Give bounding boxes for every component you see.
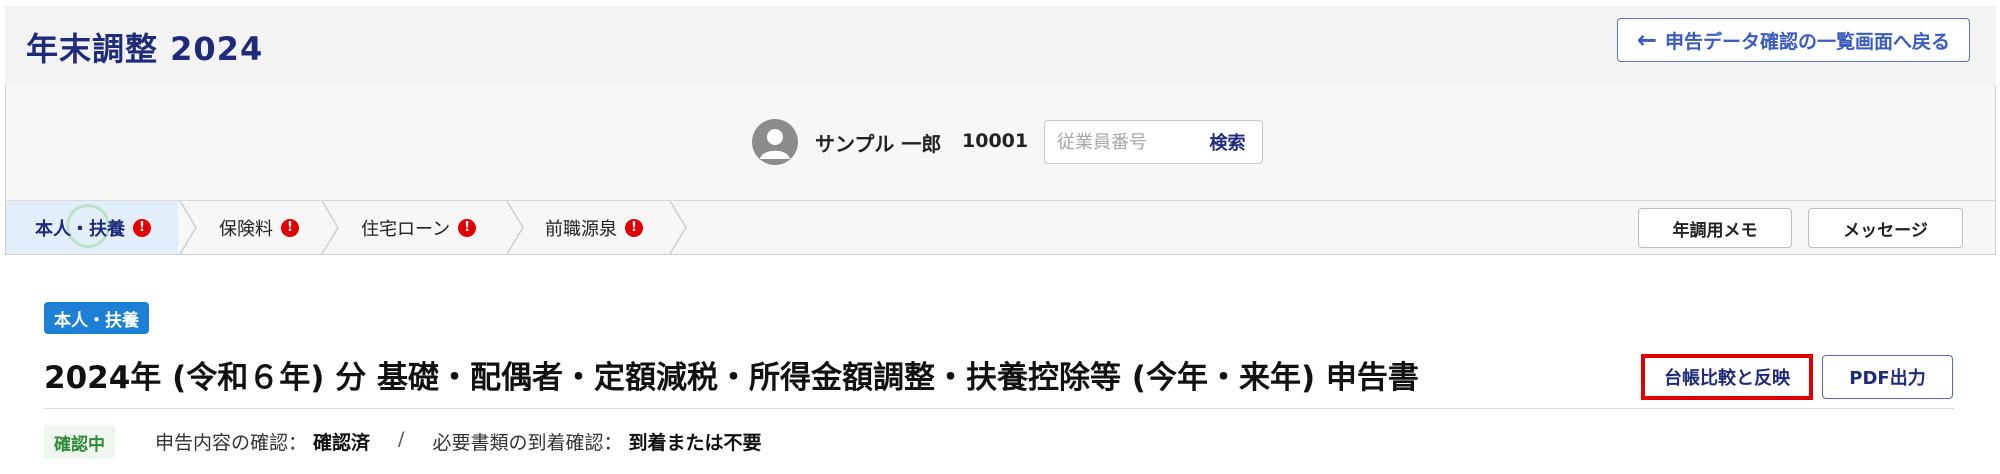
content-check-value: 確認済 [313, 432, 371, 454]
error-icon: ! [625, 218, 643, 237]
status-badge: 確認中 [44, 425, 115, 459]
step-personal-dependents[interactable]: 本人・扶養 ! [35, 201, 151, 254]
chevron-separator-icon [506, 201, 524, 254]
employee-id: 10001 [962, 130, 1029, 152]
chevron-separator-icon [179, 201, 197, 254]
chevron-separator-icon [669, 201, 687, 254]
error-icon: ! [458, 218, 477, 237]
pdf-export-button[interactable]: PDF出力 [1822, 355, 1953, 399]
search-button[interactable]: 検索 [1193, 120, 1263, 164]
error-icon: ! [133, 218, 151, 237]
step-insurance[interactable]: 保険料 ! [219, 201, 299, 254]
error-icon: ! [281, 218, 299, 237]
step-label: 本人・扶養 [35, 218, 125, 240]
docs-check-label: 必要書類の到着確認： [432, 432, 623, 454]
content-check-label: 申告内容の確認： [155, 432, 308, 454]
docs-check-value: 到着または不要 [628, 432, 762, 454]
step-label: 保険料 [219, 218, 273, 240]
step-previous-employer[interactable]: 前職源泉 ! [545, 201, 643, 254]
avatar [752, 119, 798, 165]
status-separator: / [398, 428, 405, 450]
back-to-list-button[interactable]: ← 申告データ確認の一覧画面へ戻る [1617, 18, 1970, 62]
app-title: 年末調整 2024 [26, 30, 264, 68]
step-label: 住宅ローン [361, 218, 451, 240]
section-tag: 本人・扶養 [44, 302, 149, 334]
message-button[interactable]: メッセージ [1808, 208, 1963, 248]
user-icon [760, 129, 790, 159]
ledger-compare-button[interactable]: 台帳比較と反映 [1641, 354, 1813, 400]
step-housing-loan[interactable]: 住宅ローン ! [361, 201, 477, 254]
chevron-separator-icon [321, 201, 339, 254]
back-to-list-label: 申告データ確認の一覧画面へ戻る [1665, 30, 1951, 53]
employee-number-input[interactable] [1044, 120, 1194, 164]
step-label: 前職源泉 [545, 218, 617, 240]
document-title: 2024年 (令和６年) 分 基礎・配偶者・定額減税・所得金額調整・扶養控除等 … [44, 360, 1419, 396]
divider [44, 408, 1954, 409]
status-line: 申告内容の確認： 確認済 / 必要書類の到着確認： 到着または不要 [155, 428, 761, 455]
memo-button[interactable]: 年調用メモ [1638, 208, 1792, 248]
user-name: サンプル 一郎 [815, 132, 942, 156]
arrow-left-icon: ← [1636, 26, 1658, 54]
